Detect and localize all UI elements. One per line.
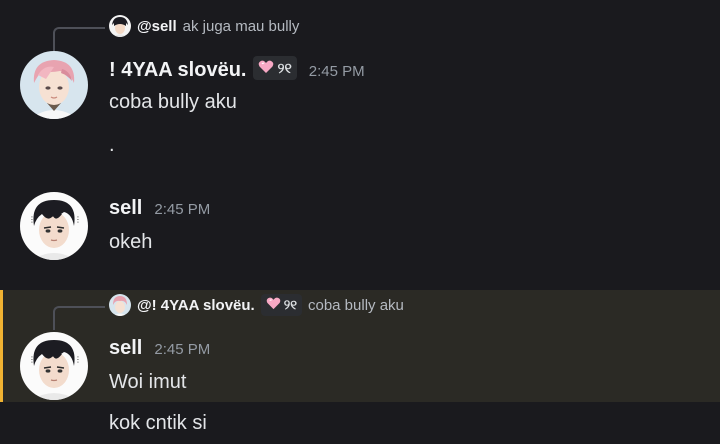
server-tag[interactable]: ୨୧	[253, 56, 297, 80]
svg-text:⋮: ⋮	[28, 355, 36, 364]
message-header: sell 2:45 PM	[109, 197, 210, 220]
server-tag-label: ୨୧	[277, 59, 292, 76]
timestamp[interactable]: 2:45 PM	[154, 201, 210, 218]
heart-icon	[258, 60, 274, 77]
message-header: sell 2:45 PM	[109, 337, 210, 360]
message-content: Woi imut	[109, 371, 187, 393]
reply-text[interactable]: ak juga mau bully	[183, 18, 300, 35]
server-tag[interactable]: ୨୧	[260, 294, 302, 316]
avatar[interactable]	[20, 51, 88, 119]
timestamp[interactable]: 2:45 PM	[309, 63, 365, 80]
svg-text:⋮: ⋮	[28, 215, 36, 224]
svg-text:⋮: ⋮	[74, 215, 82, 224]
reply-preview[interactable]: @sell ak juga mau bully	[109, 14, 299, 38]
username[interactable]: ! 4YAA slovëu.	[109, 59, 246, 82]
username[interactable]: sell	[109, 337, 142, 360]
reply-text[interactable]: coba bully aku	[308, 297, 404, 314]
message-header: ! 4YAA slovëu. ୨୧ 2:45 PM	[109, 56, 365, 82]
reply-avatar[interactable]	[109, 15, 131, 37]
mention-highlight-bar	[0, 290, 3, 402]
message-content: kok cntik si	[109, 412, 207, 434]
timestamp[interactable]: 2:45 PM	[154, 341, 210, 358]
reply-connector	[53, 27, 105, 51]
avatar[interactable]: ⋮ ⋮	[20, 332, 88, 400]
heart-icon	[266, 297, 281, 313]
reply-avatar[interactable]	[109, 294, 131, 316]
username[interactable]: sell	[109, 197, 142, 220]
avatar[interactable]: ⋮ ⋮	[20, 192, 88, 260]
message-content: coba bully aku	[109, 91, 237, 113]
reply-preview[interactable]: @! 4YAA slovëu. ୨୧ coba bully aku	[109, 293, 404, 317]
reply-author[interactable]: @! 4YAA slovëu.	[137, 297, 255, 314]
message-content: okeh	[109, 231, 153, 253]
message-content: .	[109, 134, 115, 156]
server-tag-label: ୨୧	[283, 297, 297, 312]
svg-text:⋮: ⋮	[74, 355, 82, 364]
reply-connector	[53, 306, 105, 330]
reply-author[interactable]: @sell	[137, 18, 177, 35]
